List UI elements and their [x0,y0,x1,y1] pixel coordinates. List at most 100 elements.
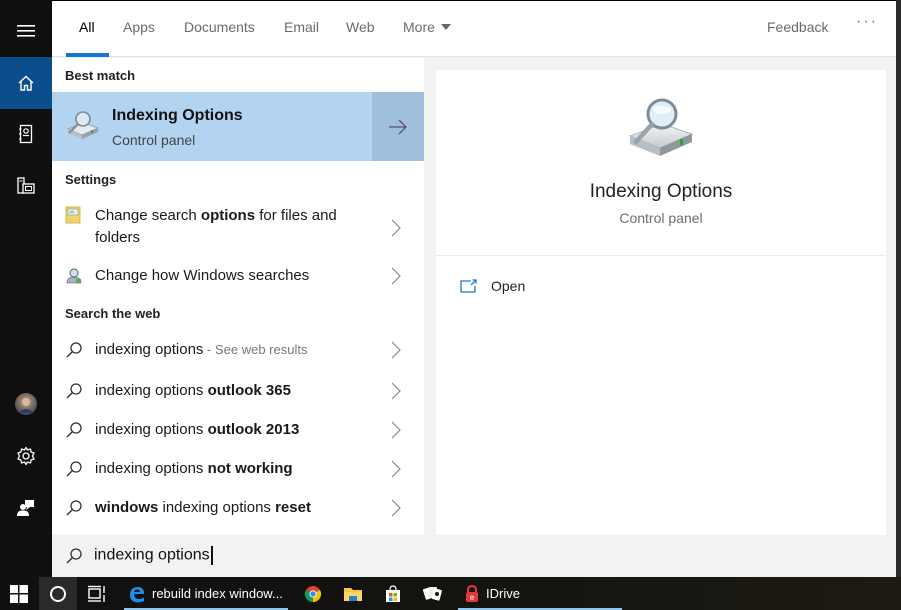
text-caret [210,546,213,565]
task-view-button[interactable] [78,577,116,610]
search-panel: All Apps Documents Email Web More Feedba… [52,0,901,578]
caret-down-icon [440,24,451,31]
web-suggestion-item[interactable]: indexing options outlook 365 [52,380,424,404]
results-list: Best match Indexing Options Control pane… [52,58,424,535]
best-match-item[interactable]: Indexing Options Control panel [52,92,424,161]
web-suggestion-item[interactable]: indexing options - See web results [52,339,424,363]
open-action[interactable]: Open [460,278,525,294]
cortana-button[interactable] [39,577,77,610]
settings-result-text: Change search options for files and folde… [95,207,337,246]
edge-icon [130,586,144,602]
chevron-right-icon [391,499,401,517]
chrome-icon [304,585,322,602]
preview-subtitle: Control panel [619,210,703,226]
search-settings-icon [66,268,82,284]
search-rail [0,0,52,577]
tab-more[interactable]: More [403,19,451,35]
search-box[interactable]: indexing options [52,535,901,578]
tab-documents[interactable]: Documents [184,19,255,35]
cards-icon [423,586,442,601]
search-icon [66,383,82,399]
preview-header: Indexing Options Control panel [436,70,886,256]
avatar-icon [15,393,37,415]
svg-text:e: e [470,593,475,602]
best-match-subtitle: Control panel [112,132,196,148]
search-icon [66,548,82,564]
best-match-open[interactable]: Indexing Options Control panel [52,92,370,161]
web-suggestion-item[interactable]: indexing options not working [52,458,424,482]
tab-bar: All Apps Documents Email Web More Feedba… [52,1,901,57]
taskbar-solitaire[interactable] [414,577,452,610]
hamburger-icon [17,25,35,37]
taskbar-chrome[interactable] [294,577,332,610]
home-button[interactable] [0,57,52,109]
chevron-right-icon [391,341,401,359]
tab-apps[interactable]: Apps [123,19,155,35]
taskbar: rebuild index window... e IDrive [0,577,901,610]
notebook-button[interactable] [0,108,52,160]
feedback-hub-icon [17,500,34,516]
start-button[interactable] [0,577,38,610]
best-match-header: Best match [65,68,136,83]
chevron-right-icon [391,460,401,478]
search-icon [66,342,82,358]
taskbar-edge-window[interactable]: rebuild index window... [124,577,288,610]
tab-all[interactable]: All [79,19,95,35]
taskbar-idrive-window[interactable]: e IDrive [458,577,622,610]
tab-more-label: More [403,19,435,35]
feedback-link[interactable]: Feedback [767,19,828,35]
settings-result-item[interactable]: Change search options for files and folde… [52,203,424,249]
cortana-circle-icon [50,585,66,602]
search-icon [66,422,82,438]
best-match-title: Indexing Options [112,107,243,124]
web-suggestion-text: indexing options outlook 2013 [95,421,300,438]
tab-email[interactable]: Email [284,19,319,35]
chevron-right-icon [391,267,401,285]
tab-web[interactable]: Web [346,19,375,35]
account-button[interactable] [0,378,52,430]
feedback-hub-button[interactable] [0,482,52,534]
home-icon [18,75,34,91]
web-suggestion-item[interactable]: indexing options outlook 2013 [52,419,424,443]
arrow-right-icon [389,119,407,134]
gear-icon [17,446,35,466]
open-window-icon [460,279,477,293]
background-window-edge [896,0,901,577]
task-view-icon [88,585,105,602]
chevron-right-icon [391,421,401,439]
chevron-right-icon [391,382,401,400]
edge-window-title: rebuild index window... [152,586,283,601]
chevron-right-icon [391,219,401,237]
settings-result-item[interactable]: Change how Windows searches [52,265,424,293]
settings-header: Settings [65,172,117,187]
search-input[interactable]: indexing options [94,546,794,565]
idrive-icon: e [466,584,478,602]
preview-pane: Indexing Options Control panel Open [436,70,886,535]
web-suggestion-text: indexing options outlook 365 [95,382,291,399]
devices-button[interactable] [0,160,52,212]
search-icon [66,461,82,477]
preview-title: Indexing Options [589,181,733,202]
indexing-options-icon [628,98,694,156]
web-suggestion-item[interactable]: windows indexing options reset [52,497,424,521]
indexing-options-icon [66,111,100,139]
web-suggestion-text: windows indexing options reset [95,499,311,516]
settings-button[interactable] [0,430,52,482]
notebook-icon [19,124,33,144]
settings-result-text: Change how Windows searches [95,267,310,284]
web-suggestion-text: indexing options - See web results [95,341,308,358]
search-icon [66,500,82,516]
menu-button[interactable] [0,5,52,57]
idrive-window-title: IDrive [486,586,520,601]
more-options-button[interactable]: ··· [856,13,878,31]
active-tab-indicator [66,53,109,57]
web-suggestion-text: indexing options not working [95,460,293,477]
taskbar-store[interactable] [374,577,412,610]
devices-icon [17,177,35,194]
taskbar-file-explorer[interactable] [334,577,372,610]
best-match-expand-button[interactable] [372,92,424,161]
search-web-header: Search the web [65,306,161,321]
store-icon [386,584,400,602]
windows-search-screen: All Apps Documents Email Web More Feedba… [0,0,901,610]
windows-logo-icon [10,584,28,603]
